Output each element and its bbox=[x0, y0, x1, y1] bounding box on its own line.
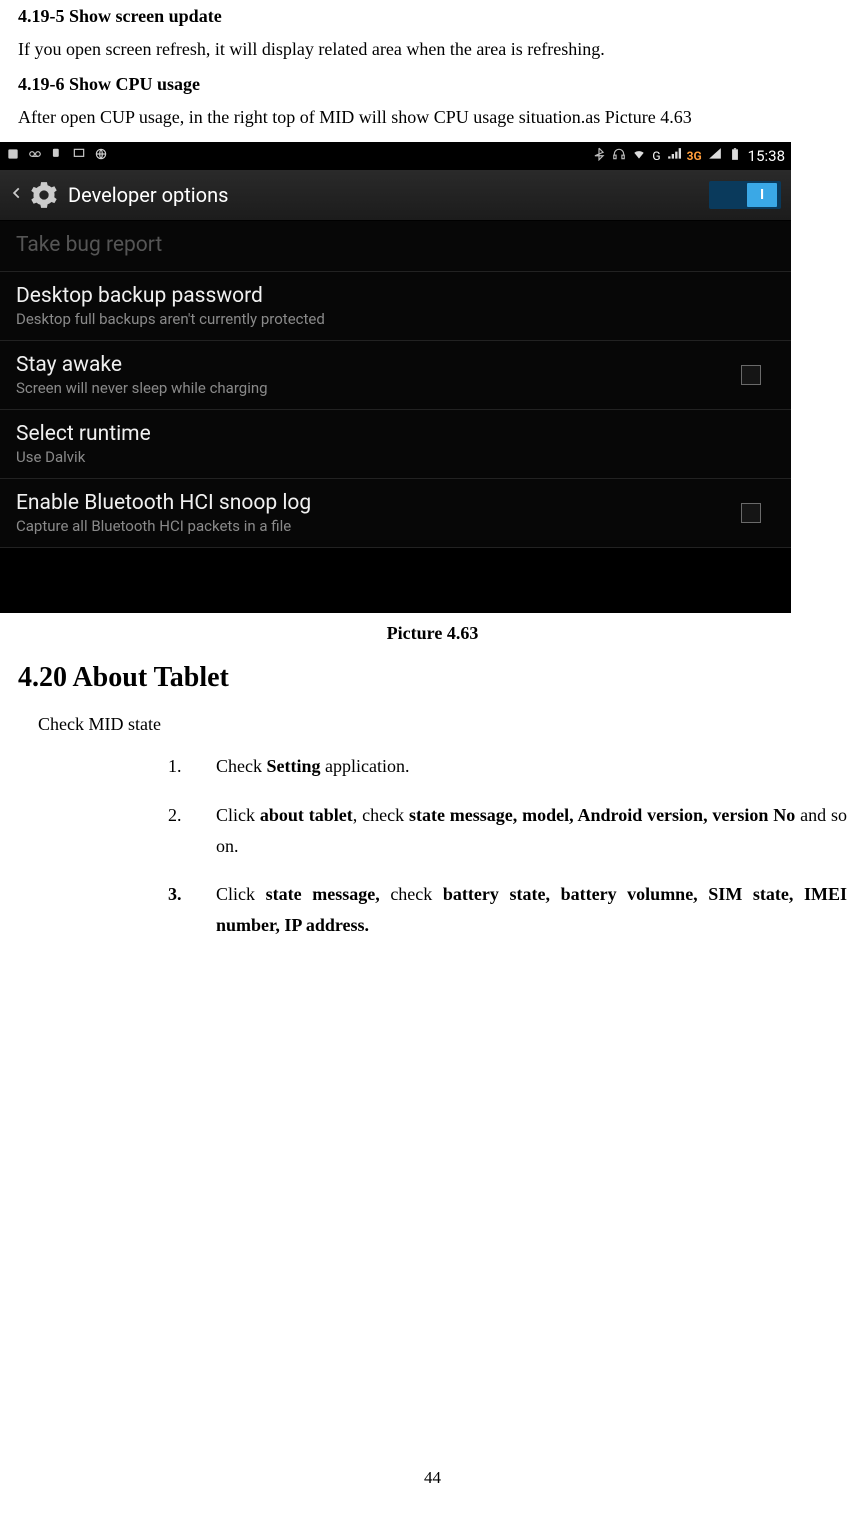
item-stay-awake[interactable]: Stay awake Screen will never sleep while… bbox=[0, 341, 791, 410]
item-title: Stay awake bbox=[16, 353, 775, 377]
item-subtitle: Screen will never sleep while charging bbox=[16, 379, 775, 397]
text: application. bbox=[320, 756, 409, 776]
bold-text: Setting bbox=[266, 756, 320, 776]
status-clock: 15:38 bbox=[748, 147, 785, 165]
toggle-knob: I bbox=[747, 183, 777, 207]
voicemail-icon bbox=[28, 147, 42, 165]
item-select-runtime[interactable]: Select runtime Use Dalvik bbox=[0, 410, 791, 479]
bold-text: state message, model, Android version, v… bbox=[409, 805, 795, 825]
steps-list: 1. Check Setting application. 2. Click a… bbox=[18, 751, 847, 940]
text: Check bbox=[216, 756, 266, 776]
item-subtitle: Capture all Bluetooth HCI packets in a f… bbox=[16, 517, 775, 535]
list-number: 3. bbox=[168, 879, 216, 940]
heading-4-20: 4.20 About Tablet bbox=[18, 662, 847, 694]
item-title: Take bug report bbox=[16, 233, 775, 257]
item-title: Enable Bluetooth HCI snoop log bbox=[16, 491, 775, 515]
bold-text: about tablet bbox=[260, 805, 353, 825]
list-number: 2. bbox=[168, 800, 216, 861]
battery-icon bbox=[728, 147, 742, 165]
bold-text: state message, bbox=[266, 884, 380, 904]
g-indicator: G bbox=[652, 149, 660, 163]
developer-options-toggle[interactable]: I bbox=[709, 181, 781, 209]
page-number: 44 bbox=[0, 1468, 865, 1488]
heading-4-19-6: 4.19-6 Show CPU usage bbox=[18, 74, 847, 95]
headphones-icon bbox=[612, 147, 626, 165]
item-subtitle: Desktop full backups aren't currently pr… bbox=[16, 310, 775, 328]
bluetooth-hci-checkbox[interactable] bbox=[741, 503, 761, 523]
stay-awake-checkbox[interactable] bbox=[741, 365, 761, 385]
list-number: 1. bbox=[168, 751, 216, 782]
item-bluetooth-hci-snoop[interactable]: Enable Bluetooth HCI snoop log Capture a… bbox=[0, 479, 791, 548]
text: Click bbox=[216, 884, 266, 904]
signal-2-icon bbox=[708, 147, 722, 165]
signal-1-icon bbox=[667, 147, 681, 165]
item-title: Select runtime bbox=[16, 422, 775, 446]
list-item: 3. Click state message, check battery st… bbox=[168, 879, 847, 940]
notification-icon bbox=[6, 147, 20, 165]
threeg-indicator: 3G bbox=[687, 149, 702, 163]
settings-header: Developer options I bbox=[0, 170, 791, 221]
header-title: Developer options bbox=[68, 183, 709, 207]
item-take-bug-report[interactable]: Take bug report bbox=[0, 221, 791, 272]
bluetooth-icon bbox=[592, 147, 606, 165]
check-mid-state: Check MID state bbox=[38, 714, 847, 735]
figure-caption: Picture 4.63 bbox=[18, 623, 847, 644]
screenshot-developer-options: G 3G 15:38 Developer option bbox=[0, 142, 791, 613]
back-icon[interactable] bbox=[10, 182, 24, 208]
item-subtitle: Use Dalvik bbox=[16, 448, 775, 466]
list-item: 2. Click about tablet, check state messa… bbox=[168, 800, 847, 861]
text: Click bbox=[216, 805, 260, 825]
list-item: 1. Check Setting application. bbox=[168, 751, 847, 782]
wifi-icon bbox=[632, 147, 646, 165]
item-title: Desktop backup password bbox=[16, 284, 775, 308]
para-cpu-usage: After open CUP usage, in the right top o… bbox=[18, 105, 847, 130]
settings-gear-icon[interactable] bbox=[30, 181, 58, 209]
globe-icon bbox=[94, 147, 108, 165]
text: , check bbox=[353, 805, 409, 825]
card-icon bbox=[50, 147, 64, 165]
heading-4-19-5: 4.19-5 Show screen update bbox=[18, 6, 847, 27]
para-screen-update: If you open screen refresh, it will disp… bbox=[18, 37, 847, 62]
screenshot-icon bbox=[72, 147, 86, 165]
item-desktop-backup-password[interactable]: Desktop backup password Desktop full bac… bbox=[0, 272, 791, 341]
text: check bbox=[380, 884, 443, 904]
status-bar: G 3G 15:38 bbox=[0, 142, 791, 170]
